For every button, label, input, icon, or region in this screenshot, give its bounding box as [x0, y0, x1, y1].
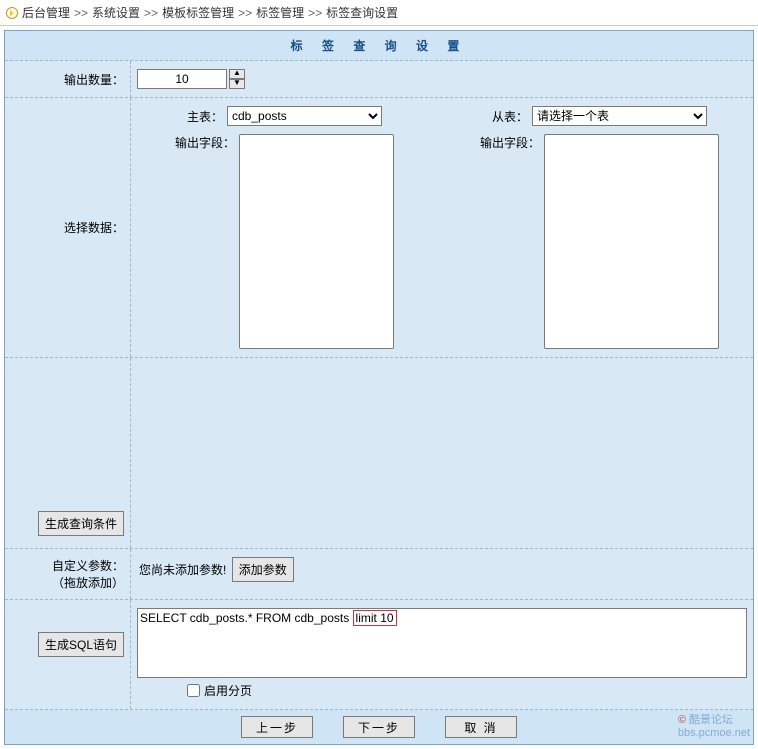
main-field-listbox[interactable] — [239, 134, 394, 349]
custom-params-label-2: （拖放添加） — [52, 574, 124, 591]
prev-button[interactable]: 上一步 — [241, 716, 313, 738]
crumb-item[interactable]: 标签管理 — [256, 4, 304, 21]
spinner-down-icon[interactable]: ▼ — [229, 79, 245, 89]
footer-buttons: 上一步 下一步 取 消 — [5, 710, 753, 744]
breadcrumb: 后台管理 >> 系统设置 >> 模板标签管理 >> 标签管理 >> 标签查询设置 — [0, 0, 758, 26]
sub-field-listbox[interactable] — [544, 134, 719, 349]
output-count-spinner: ▲ ▼ — [137, 69, 747, 89]
crumb-sep: >> — [238, 6, 252, 20]
output-count-label: 输出数量： — [5, 61, 130, 97]
select-data-label: 选择数据： — [5, 98, 130, 357]
row-gen-sql: 生成SQL语句 SELECT cdb_posts.* FROM cdb_post… — [5, 600, 753, 710]
gen-sql-button[interactable]: 生成SQL语句 — [38, 632, 124, 657]
next-button[interactable]: 下一步 — [343, 716, 415, 738]
row-custom-params: 自定义参数： （拖放添加） 您尚未添加参数! 添加参数 — [5, 549, 753, 600]
paging-label-text: 启用分页 — [204, 682, 252, 699]
crumb-item[interactable]: 模板标签管理 — [162, 4, 234, 21]
sub-table-select[interactable]: 请选择一个表 — [532, 106, 707, 126]
sql-textarea[interactable]: SELECT cdb_posts.* FROM cdb_posts limit … — [137, 608, 747, 678]
custom-params-label-1: 自定义参数： — [52, 557, 124, 574]
output-field-label-main: 输出字段： — [175, 134, 235, 151]
main-table-column: 主表： cdb_posts 输出字段： — [137, 106, 432, 349]
custom-params-empty-text: 您尚未添加参数! — [137, 559, 228, 580]
crumb-sep: >> — [144, 6, 158, 20]
crumb-item: 标签查询设置 — [326, 4, 398, 21]
row-select-data: 选择数据： 主表： cdb_posts 输出字段： — [5, 98, 753, 358]
add-param-button[interactable]: 添加参数 — [232, 557, 294, 582]
sub-table-label: 从表： — [492, 108, 528, 125]
cancel-button[interactable]: 取 消 — [445, 716, 517, 738]
crumb-sep: >> — [74, 6, 88, 20]
output-field-label-sub: 输出字段： — [480, 134, 540, 151]
gen-query-button[interactable]: 生成查询条件 — [38, 511, 124, 536]
sql-limit-highlight: limit 10 — [353, 610, 397, 626]
row-gen-query: 生成查询条件 — [5, 358, 753, 549]
page-title: 标 签 查 询 设 置 — [5, 31, 753, 61]
home-icon — [6, 7, 18, 19]
query-conditions-area — [130, 358, 753, 548]
main-table-select[interactable]: cdb_posts — [227, 106, 382, 126]
paging-checkbox[interactable] — [187, 684, 200, 697]
sub-table-column: 从表： 请选择一个表 输出字段： — [452, 106, 747, 349]
crumb-sep: >> — [308, 6, 322, 20]
paging-checkbox-label[interactable]: 启用分页 — [187, 682, 747, 699]
main-frame: 标 签 查 询 设 置 输出数量： ▲ ▼ 选择数据： — [4, 30, 754, 745]
crumb-item[interactable]: 系统设置 — [92, 4, 140, 21]
main-table-label: 主表： — [187, 108, 223, 125]
output-count-input[interactable] — [137, 69, 227, 89]
crumb-item[interactable]: 后台管理 — [22, 4, 70, 21]
row-output-count: 输出数量： ▲ ▼ — [5, 61, 753, 98]
